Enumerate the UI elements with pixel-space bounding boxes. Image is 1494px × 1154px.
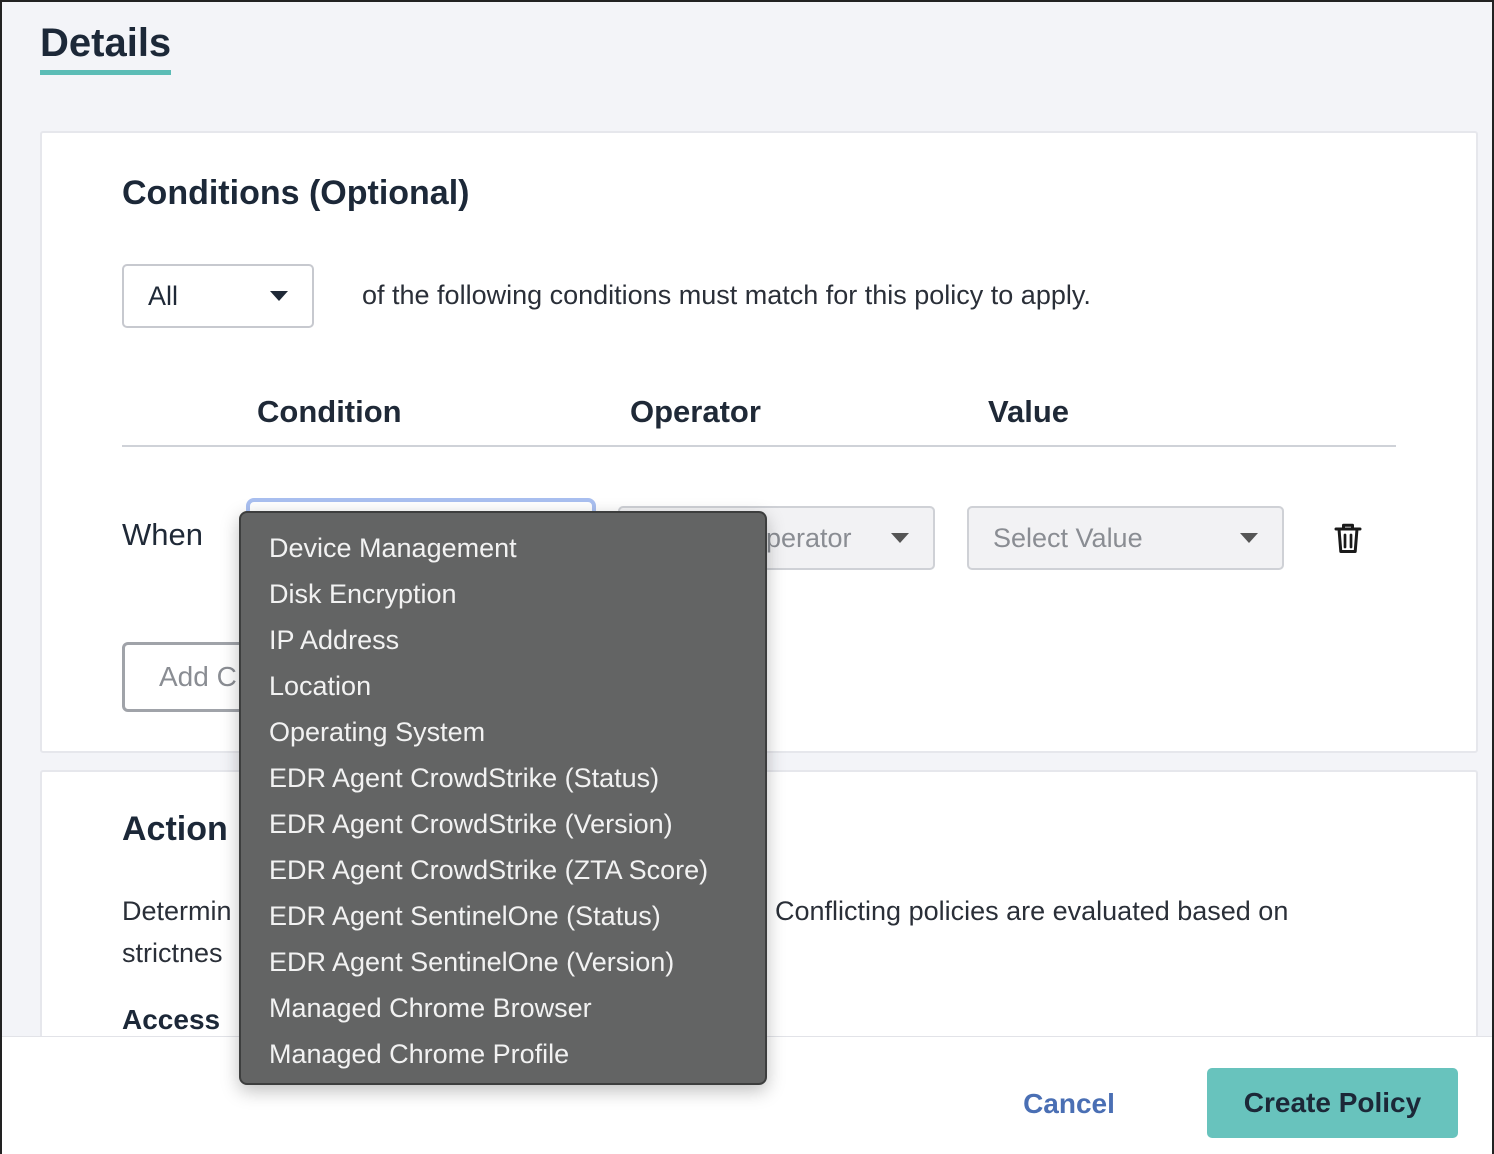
add-condition-label: Add C xyxy=(159,661,237,692)
dropdown-item-crowdstrike-status[interactable]: EDR Agent CrowdStrike (Status) xyxy=(241,755,765,801)
when-label: When xyxy=(122,517,203,552)
value-placeholder: Select Value xyxy=(993,522,1143,553)
value-select[interactable]: Select Value xyxy=(967,506,1284,570)
column-header-operator: Operator xyxy=(630,394,761,429)
table-header-divider xyxy=(122,445,1396,447)
conditions-title: Conditions (Optional) xyxy=(122,174,470,212)
column-header-value: Value xyxy=(988,394,1069,429)
dropdown-item-managed-chrome-browser[interactable]: Managed Chrome Browser xyxy=(241,985,765,1031)
action-description-end: Conflicting policies are evaluated based… xyxy=(775,896,1289,926)
column-header-condition: Condition xyxy=(257,394,402,429)
dropdown-item-device-management[interactable]: Device Management xyxy=(241,525,765,571)
dropdown-item-ip-address[interactable]: IP Address xyxy=(241,617,765,663)
dropdown-item-managed-chrome-profile[interactable]: Managed Chrome Profile xyxy=(241,1031,765,1077)
create-policy-button[interactable]: Create Policy xyxy=(1207,1068,1458,1138)
action-title: Action xyxy=(122,810,228,848)
dropdown-item-sentinelone-status[interactable]: EDR Agent SentinelOne (Status) xyxy=(241,893,765,939)
dropdown-item-sentinelone-version[interactable]: EDR Agent SentinelOne (Version) xyxy=(241,939,765,985)
action-description-line2: strictnes xyxy=(122,938,223,968)
match-mode-value: All xyxy=(148,280,179,311)
cancel-button[interactable]: Cancel xyxy=(1002,1082,1136,1126)
chevron-down-icon xyxy=(1240,533,1258,543)
operator-placeholder: perator xyxy=(766,522,852,553)
chevron-down-icon xyxy=(270,291,288,301)
dropdown-item-location[interactable]: Location xyxy=(241,663,765,709)
dropdown-item-disk-encryption[interactable]: Disk Encryption xyxy=(241,571,765,617)
trash-icon[interactable] xyxy=(1330,520,1366,556)
action-description-start: Determin xyxy=(122,896,232,926)
dropdown-item-operating-system[interactable]: Operating System xyxy=(241,709,765,755)
match-description: of the following conditions must match f… xyxy=(362,280,1091,310)
chevron-down-icon xyxy=(891,533,909,543)
condition-dropdown-menu: Device Management Disk Encryption IP Add… xyxy=(239,511,767,1085)
dropdown-item-crowdstrike-version[interactable]: EDR Agent CrowdStrike (Version) xyxy=(241,801,765,847)
access-label: Access xyxy=(122,1004,221,1035)
page-title: Details xyxy=(40,20,172,75)
dropdown-item-crowdstrike-zta-score[interactable]: EDR Agent CrowdStrike (ZTA Score) xyxy=(241,847,765,893)
match-mode-select[interactable]: All xyxy=(122,264,314,328)
